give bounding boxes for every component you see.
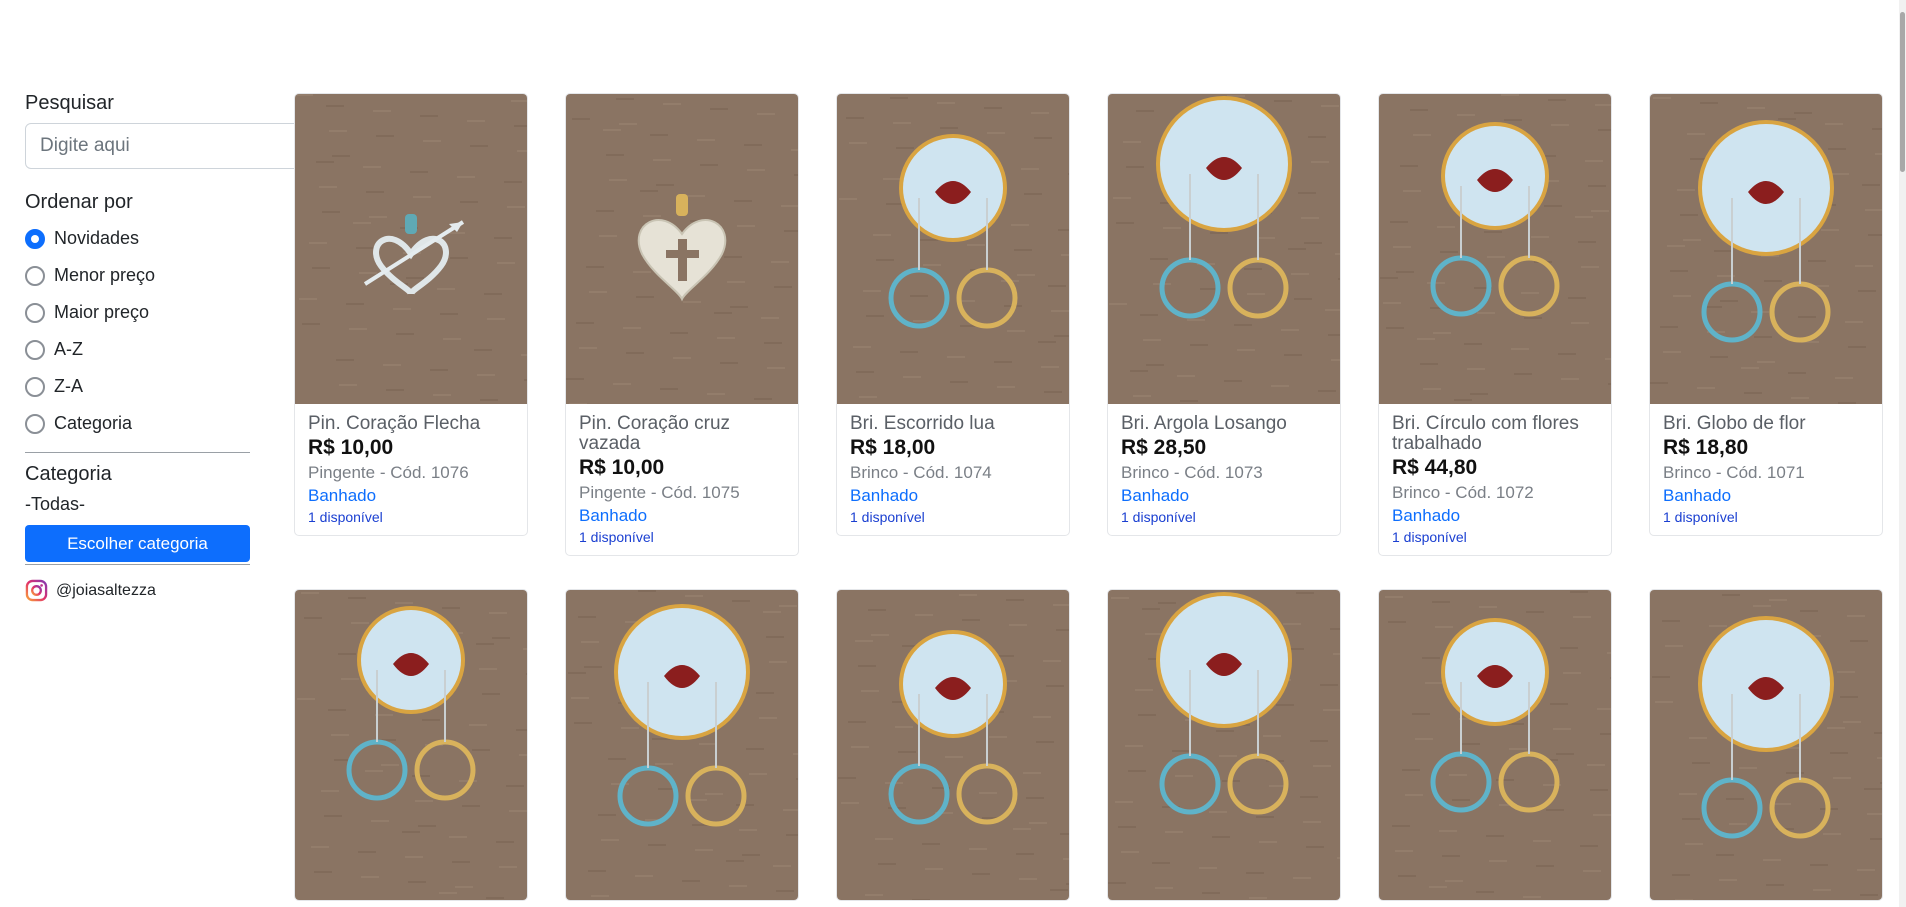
divider (25, 452, 250, 453)
product-info: Bri. Escorrido lua R$ 18,00 Brinco - Cód. … (837, 404, 1069, 535)
search-group (25, 123, 321, 169)
product-image[interactable] (1108, 590, 1340, 900)
radio-button[interactable] (25, 413, 45, 434)
product-code: Brinco - Cód. 1072 (1392, 483, 1534, 502)
product-price: R$ 10,00 (579, 456, 665, 479)
product-image[interactable] (1108, 94, 1340, 404)
product-stock: 1 disponível (308, 509, 383, 525)
product-name: Bri. Argola Losango (1121, 413, 1287, 434)
product-price: R$ 10,00 (308, 436, 394, 459)
instagram-icon (25, 579, 48, 602)
product-code: Brinco - Cód. 1074 (850, 463, 992, 482)
order-option[interactable]: A-Z (25, 331, 250, 368)
product-name: Bri. Círculo com flores trabalhado (1392, 413, 1579, 454)
order-options: Novidades Menor preço Maior preço A-Z Z-A Cat… (25, 220, 250, 442)
product-code: Pingente - Cód. 1076 (308, 463, 469, 482)
order-option[interactable]: Z-A (25, 368, 250, 405)
product-card[interactable] (1649, 589, 1883, 901)
radio-label: Novidades (54, 228, 140, 248)
product-stock: 1 disponível (1663, 509, 1738, 525)
product-card[interactable] (1378, 589, 1612, 901)
product-card[interactable]: Bri. Argola Losango R$ 28,50 Brinco - Cód.… (1107, 93, 1341, 536)
product-info: Pin. Coração cruz vazada R$ 10,00 Pingente… (566, 404, 798, 555)
radio-button[interactable] (25, 339, 45, 360)
scrollbar[interactable] (1899, 0, 1906, 907)
radio-button[interactable] (25, 376, 45, 397)
choose-category-button[interactable]: Escolher categoria (25, 525, 250, 562)
product-card[interactable]: Bri. Globo de flor R$ 18,80 Brinco - Cód. … (1649, 93, 1883, 536)
product-name: Bri. Escorrido lua (850, 413, 995, 434)
product-card[interactable] (294, 589, 528, 901)
product-image[interactable] (295, 590, 527, 900)
product-stock: 1 disponível (1392, 529, 1467, 545)
product-image[interactable] (837, 94, 1069, 404)
product-price: R$ 18,00 (850, 436, 936, 459)
search-title: Pesquisar (25, 92, 114, 114)
product-info: Pin. Coração Flecha R$ 10,00 Pingente - Có… (295, 404, 527, 535)
instagram-link[interactable]: @joiasaltezza (25, 579, 250, 602)
product-card[interactable]: Bri. Escorrido lua R$ 18,00 Brinco - Cód. … (836, 93, 1070, 536)
product-card[interactable]: Pin. Coração Flecha R$ 10,00 Pingente - Có… (294, 93, 528, 536)
product-card[interactable] (836, 589, 1070, 901)
product-card[interactable] (565, 589, 799, 901)
radio-button[interactable] (25, 265, 45, 286)
product-price: R$ 28,50 (1121, 436, 1207, 459)
product-type: Banhado (1392, 506, 1461, 525)
product-image[interactable] (295, 94, 527, 404)
product-type: Banhado (1121, 486, 1190, 505)
category-value: -Todas- (25, 494, 86, 514)
product-price: R$ 44,80 (1392, 456, 1478, 479)
product-info: Bri. Argola Losango R$ 28,50 Brinco - Cód.… (1108, 404, 1340, 535)
product-image[interactable] (1379, 94, 1611, 404)
product-code: Brinco - Cód. 1073 (1121, 463, 1263, 482)
product-type: Banhado (850, 486, 919, 505)
radio-label: Z-A (54, 376, 83, 396)
product-name: Pin. Coração cruz vazada (579, 413, 731, 454)
order-title: Ordenar por (25, 191, 133, 213)
radio-button[interactable] (25, 228, 45, 249)
product-type: Banhado (579, 506, 648, 525)
instagram-handle: @joiasaltezza (56, 581, 156, 599)
product-image[interactable] (566, 590, 798, 900)
category-title: Categoria (25, 463, 112, 485)
product-name: Pin. Coração Flecha (308, 413, 481, 434)
product-stock: 1 disponível (579, 529, 654, 545)
product-code: Brinco - Cód. 1071 (1663, 463, 1805, 482)
product-stock: 1 disponível (850, 509, 925, 525)
order-option[interactable]: Novidades (25, 220, 250, 257)
radio-button[interactable] (25, 302, 45, 323)
product-type: Banhado (1663, 486, 1732, 505)
product-card[interactable]: Pin. Coração cruz vazada R$ 10,00 Pingente… (565, 93, 799, 556)
product-name: Bri. Globo de flor (1663, 413, 1806, 434)
product-code: Pingente - Cód. 1075 (579, 483, 740, 502)
product-info: Bri. Globo de flor R$ 18,80 Brinco - Cód. … (1650, 404, 1882, 535)
search-input[interactable] (25, 123, 300, 169)
product-price: R$ 18,80 (1663, 436, 1749, 459)
order-option[interactable]: Menor preço (25, 257, 250, 294)
product-info: Bri. Círculo com flores trabalhado R$ 44,… (1379, 404, 1611, 555)
product-stock: 1 disponível (1121, 509, 1196, 525)
radio-label: A-Z (54, 339, 83, 359)
product-image[interactable] (837, 590, 1069, 900)
product-image[interactable] (1650, 94, 1882, 404)
product-card[interactable] (1107, 589, 1341, 901)
product-image[interactable] (1379, 590, 1611, 900)
product-type: Banhado (308, 486, 377, 505)
radio-label: Menor preço (54, 265, 156, 285)
radio-label: Categoria (54, 413, 133, 433)
product-image[interactable] (1650, 590, 1882, 900)
radio-label: Maior preço (54, 302, 150, 322)
order-option[interactable]: Maior preço (25, 294, 250, 331)
divider (25, 564, 250, 565)
product-image[interactable] (566, 94, 798, 404)
scrollbar-thumb[interactable] (1900, 12, 1905, 172)
product-card[interactable]: Bri. Círculo com flores trabalhado R$ 44,… (1378, 93, 1612, 556)
sidebar: Pesquisar Ordenar por Novidades Menor pre… (25, 92, 321, 602)
order-option[interactable]: Categoria (25, 405, 250, 442)
